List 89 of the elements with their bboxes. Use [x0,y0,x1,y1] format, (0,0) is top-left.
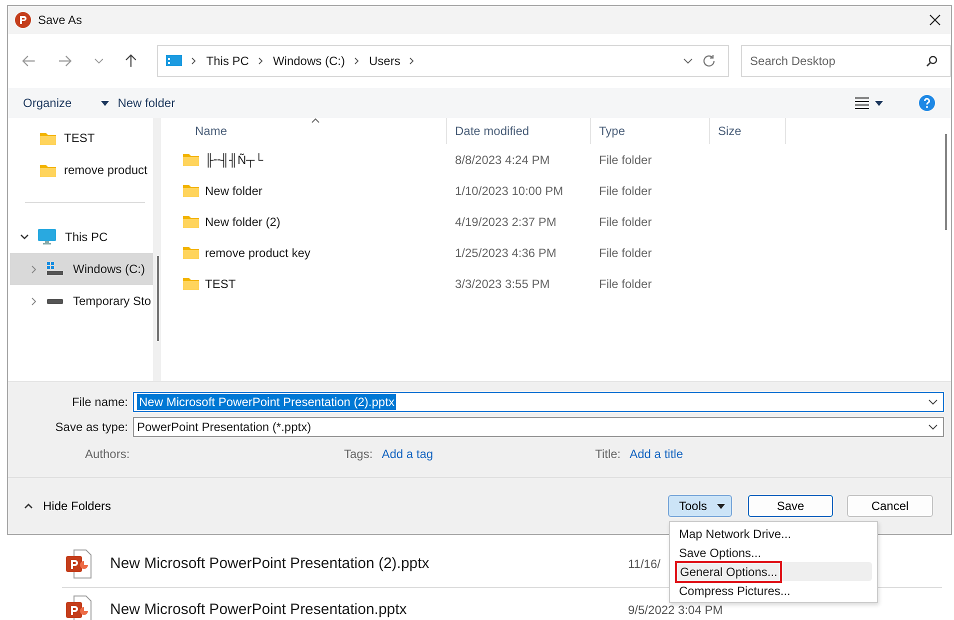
column-header[interactable]: Type [591,118,710,144]
hide-folders-button[interactable]: Hide Folders [18,498,118,514]
field-label: Title: [595,447,621,461]
search-field[interactable]: Search Desktop [741,45,952,77]
table-cell-text: 4/19/2023 2:37 PM [454,214,558,228]
list-view-icon[interactable] [855,97,869,109]
file-date: 11/16/ [628,556,660,570]
table-cell-text: File folder [598,214,653,228]
back-arrow-icon[interactable] [22,55,36,67]
address-bar[interactable]: This PC Windows (C:) Users [157,45,730,77]
table-cell-text: 3/3/2023 3:55 PM [454,276,551,290]
file-name[interactable]: New Microsoft PowerPoint Presentation.pptx [110,601,610,618]
field-label: Save as type: [54,420,129,434]
add-title-link[interactable]: Add a title [630,447,683,461]
breadcrumb[interactable]: This PC [206,54,249,68]
chevron-down-icon[interactable] [928,398,938,404]
table-cell-text: File folder [598,276,653,290]
table-cell-text: 1/10/2023 10:00 PM [454,184,564,198]
search-icon [926,55,938,67]
folder-icon [183,153,199,166]
add-tag-link[interactable]: Add a tag [382,447,434,461]
drive-icon [47,298,63,304]
folder-icon [183,184,199,197]
drive-icon [47,262,63,276]
toolbar-button[interactable]: New folder [114,94,178,112]
toolbar-button[interactable]: Organize [20,94,75,112]
menu-item[interactable]: General Options... [675,562,872,581]
cancel-button[interactable]: Cancel [847,495,933,517]
monitor-icon [38,229,56,245]
close-icon[interactable] [929,14,941,26]
chevron-up-icon [24,503,33,509]
file-name-field[interactable]: New Microsoft PowerPoint Presentation (2).pptx [133,392,944,412]
help-icon[interactable] [919,95,935,111]
table-cell-text: File folder [598,246,653,260]
chevron-right-icon [258,57,264,65]
save-button[interactable]: Save [748,495,833,517]
computer-icon [166,54,182,68]
menu-item[interactable]: Compress Pictures... [675,581,872,600]
chevron-right-icon [409,57,416,65]
window-title: Save As [38,13,82,27]
chevron-right-icon[interactable] [31,296,37,306]
column-header[interactable]: Size [710,118,786,144]
column-header[interactable]: Date modified [447,118,591,144]
breadcrumb[interactable]: Windows (C:) [272,54,345,68]
folder-icon [183,215,199,228]
tools-button[interactable]: Tools [668,495,732,517]
powerpoint-file-icon [66,548,92,578]
chevron-down-icon[interactable] [683,58,694,64]
folder-icon [40,164,56,176]
refresh-icon[interactable] [702,54,716,68]
file-name[interactable]: New Microsoft PowerPoint Presentation (2).pptx [110,555,610,572]
field-label: File name: [70,394,129,408]
file-name[interactable]: TEST [205,276,236,290]
menu-item[interactable]: Map Network Drive... [675,524,872,543]
table-cell-text: 1/25/2023 4:36 PM [454,246,558,260]
menu-item[interactable]: Save Options... [675,543,872,562]
file-name[interactable]: remove product key [205,246,310,260]
sidebar-item[interactable]: This PC [8,221,153,253]
chevron-down-icon[interactable] [20,234,29,240]
powerpoint-icon [15,12,31,28]
scrollbar[interactable] [157,256,159,341]
folder-icon [183,277,199,290]
breadcrumb[interactable]: Users [368,54,400,68]
file-type-dropdown[interactable]: PowerPoint Presentation (*.pptx) [133,416,944,436]
file-name[interactable]: New folder (2) [205,214,280,228]
forward-arrow-icon[interactable] [58,55,72,67]
field-label: Tags: [344,447,373,461]
field-label: Authors: [85,447,131,461]
file-name[interactable]: ╟╌╢╢Ñ┬└ [205,152,264,166]
chevron-right-icon [354,57,360,65]
sidebar-item[interactable]: Temporary Sto [10,285,153,317]
file-name[interactable]: New folder [205,184,262,198]
table-cell-text: File folder [598,184,653,198]
table-cell-text: 8/8/2023 4:24 PM [454,152,551,166]
file-date: 9/5/2022 3:04 PM [628,602,723,616]
chevron-right-icon [191,57,198,65]
table-cell-text: File folder [598,152,653,166]
dropdown-arrow-icon[interactable] [875,100,883,106]
scrollbar[interactable] [945,134,947,230]
dropdown-arrow-icon[interactable] [100,100,109,106]
sidebar-item[interactable]: remove product [8,154,153,186]
dropdown-arrow-icon [717,504,725,508]
sidebar-item[interactable]: TEST [8,122,153,154]
sidebar-item[interactable]: Windows (C:) [10,253,153,285]
chevron-down-icon[interactable] [928,424,938,430]
folder-icon [40,132,56,144]
column-header[interactable]: Name [171,118,447,144]
folder-icon [183,246,199,259]
up-arrow-icon[interactable] [125,54,138,68]
